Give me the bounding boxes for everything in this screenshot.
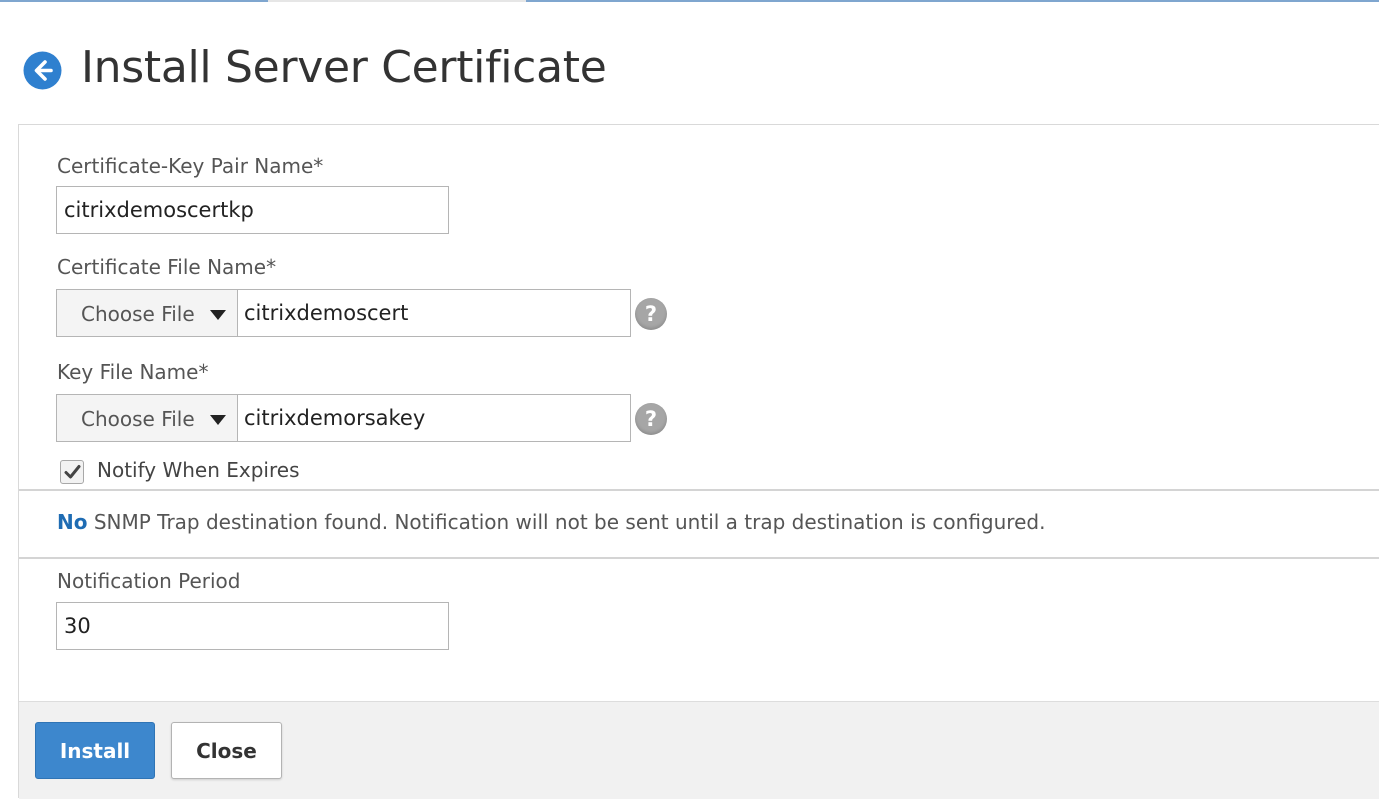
notify-checkbox-label: Notify When Expires [97,458,300,482]
install-button[interactable]: Install [35,722,155,779]
close-button[interactable]: Close [171,722,282,779]
cert-file-name-input[interactable] [237,289,631,337]
notification-period-input[interactable] [56,602,449,650]
cert-key-pair-label: Certificate-Key Pair Name* [57,154,324,178]
snmp-warning-emphasis: No [57,510,88,534]
back-arrow-icon[interactable] [23,51,62,90]
cert-key-pair-input[interactable] [56,186,449,234]
notify-checkbox[interactable] [60,460,84,484]
divider [19,557,1379,559]
tab-indicator-right [526,0,1379,2]
checkmark-icon [64,465,81,479]
key-file-picker: Choose File [56,394,631,442]
key-choose-file-button[interactable]: Choose File [56,394,238,442]
top-tab-strip [0,0,1379,3]
snmp-warning-text: SNMP Trap destination found. Notificatio… [87,510,1046,534]
choose-file-label: Choose File [81,302,195,326]
cert-choose-file-button[interactable]: Choose File [56,289,238,337]
install-certificate-panel: Certificate-Key Pair Name* Certificate F… [18,124,1379,799]
divider [19,489,1379,491]
caret-down-icon [210,415,226,425]
caret-down-icon [210,310,226,320]
snmp-warning-message: No SNMP Trap destination found. Notifica… [57,510,1045,534]
cert-file-picker: Choose File [56,289,631,337]
key-file-label: Key File Name* [57,360,209,384]
choose-file-label: Choose File [81,407,195,431]
tab-indicator-left [0,0,268,2]
question-mark-icon[interactable]: ? [635,298,667,330]
notification-period-label: Notification Period [57,569,241,593]
tab-indicator-active [268,0,526,2]
key-file-name-input[interactable] [237,394,631,442]
form-footer: Install Close [19,701,1379,799]
cert-file-label: Certificate File Name* [57,255,277,279]
question-mark-icon[interactable]: ? [635,403,667,435]
page-title: Install Server Certificate [81,42,607,93]
